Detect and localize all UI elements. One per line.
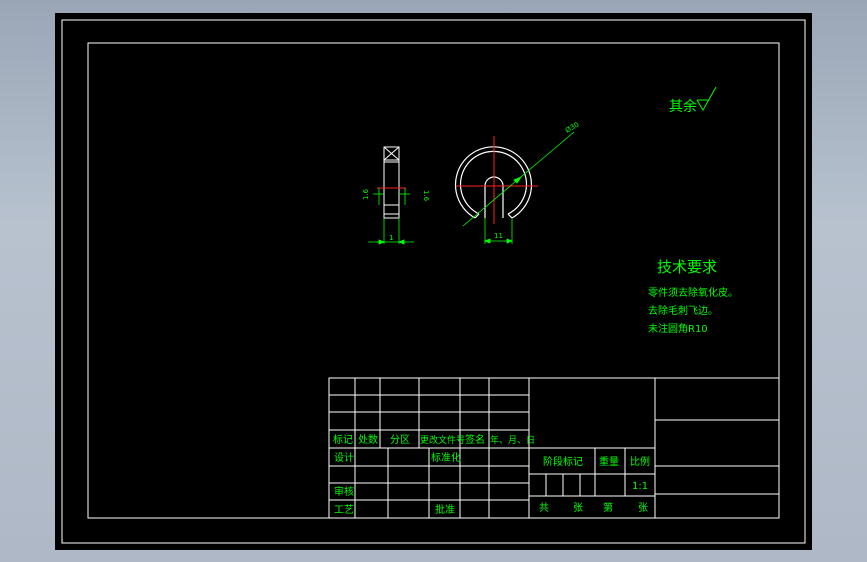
hdr-count: 处数 [358, 433, 378, 446]
tech-req-item-3: 未注圆角R10 [648, 322, 708, 335]
side-dim-right: 1.6 [422, 190, 430, 202]
label-approve: 批准 [435, 503, 455, 516]
paper-background [55, 13, 812, 550]
hdr-signature: 签名 [465, 433, 485, 446]
hdr-zone: 分区 [390, 434, 410, 446]
hdr-change-doc: 更改文件号 [420, 434, 465, 446]
label-standardize: 标准化 [431, 451, 461, 464]
tech-req-item-1: 零件须去除氧化皮。 [648, 286, 738, 299]
label-sheet-no: 第 [603, 501, 613, 514]
label-sheet-unit1: 张 [573, 502, 583, 514]
side-dim-bottom: 1 [389, 234, 393, 242]
front-dim-bottom: 11 [494, 232, 503, 240]
hdr-mark: 标记 [333, 434, 353, 446]
tech-req-title: 技术要求 [657, 258, 717, 276]
label-process: 工艺 [334, 504, 354, 516]
label-stage-mark: 阶段标记 [543, 455, 583, 468]
tech-req-item-2: 去除毛刺飞边。 [648, 304, 718, 317]
roughness-label: 其余 [669, 98, 697, 115]
label-review: 审核 [334, 485, 354, 498]
hdr-date: 年、月、日 [490, 434, 535, 446]
label-design: 设计 [334, 451, 354, 464]
side-dim-left: 1.6 [362, 188, 370, 200]
scale-value: 1:1 [632, 481, 648, 492]
label-sheet-total: 共 [539, 502, 549, 514]
label-sheet-unit2: 张 [638, 502, 648, 514]
label-scale: 比例 [630, 455, 650, 468]
drawing-sheet: 其余 1.6 1.6 1 Ø30 11 技术要求 零件须去除氧化皮。 去除毛刺飞… [55, 13, 812, 550]
label-weight: 重量 [599, 455, 619, 468]
